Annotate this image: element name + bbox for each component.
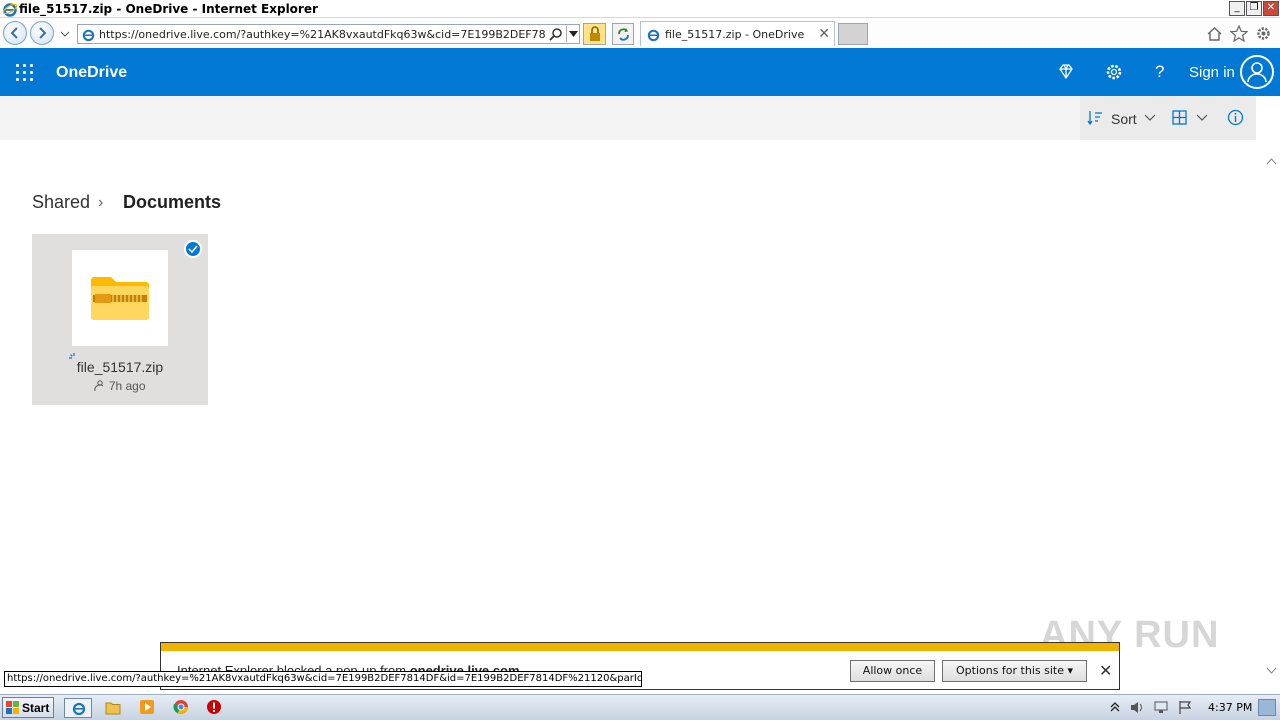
tab-onedrive[interactable]: file_51517.zip - OneDrive ✕ xyxy=(640,21,835,46)
address-dropdown-button[interactable] xyxy=(566,26,579,42)
new-tab-button[interactable] xyxy=(838,23,868,45)
file-tile[interactable]: file_51517.zip 7h ago xyxy=(32,234,208,405)
address-bar[interactable]: https://onedrive.live.com/?authkey=%21AK… xyxy=(77,24,580,44)
media-player-icon[interactable] xyxy=(139,699,155,715)
onedrive-header: OneDrive ? Sign in xyxy=(0,48,1280,96)
taskbar-clock[interactable]: 4:37 PM xyxy=(1208,701,1252,714)
address-url[interactable]: https://onedrive.live.com/?authkey=%21AK… xyxy=(99,28,545,41)
person-icon xyxy=(1247,62,1267,83)
lock-icon xyxy=(590,26,600,41)
breadcrumb-separator: › xyxy=(98,194,104,211)
show-desktop-button[interactable] xyxy=(1258,699,1276,716)
vertical-scrollbar[interactable] xyxy=(1263,141,1280,686)
tools-gear-icon[interactable] xyxy=(1255,25,1272,42)
internet-explorer-icon xyxy=(72,702,86,716)
security-lock-button[interactable] xyxy=(583,23,606,45)
chevron-down-icon[interactable] xyxy=(1144,114,1156,122)
back-button[interactable] xyxy=(3,21,27,45)
minimize-button[interactable]: _ xyxy=(1229,1,1245,16)
ie-page-icon xyxy=(82,29,95,42)
history-dropdown-icon[interactable] xyxy=(60,30,70,38)
ie-tab-icon xyxy=(647,29,660,42)
windows-taskbar: Start 4:37 PM xyxy=(0,694,1280,720)
refresh-button[interactable] xyxy=(612,23,634,45)
file-modified-time: 7h ago xyxy=(108,379,146,393)
internet-explorer-icon xyxy=(2,3,18,17)
close-window-button[interactable]: ✕ xyxy=(1263,1,1279,16)
settings-gear-icon[interactable] xyxy=(1104,62,1124,82)
scroll-down-icon[interactable] xyxy=(1266,667,1277,675)
file-name[interactable]: file_51517.zip xyxy=(32,359,208,375)
sort-button[interactable]: Sort xyxy=(1111,111,1137,127)
status-url-tooltip: https://onedrive.live.com/?authkey=%21AK… xyxy=(4,671,642,687)
windows-logo-icon xyxy=(6,701,19,714)
favorites-star-icon[interactable] xyxy=(1230,25,1248,42)
chrome-icon[interactable] xyxy=(173,699,189,715)
premium-diamond-icon[interactable] xyxy=(1056,62,1076,82)
notification-close-button[interactable]: ✕ xyxy=(1099,661,1112,681)
onedrive-brand[interactable]: OneDrive xyxy=(56,64,127,82)
avatar[interactable] xyxy=(1240,55,1274,89)
tab-title: file_51517.zip - OneDrive xyxy=(665,28,805,41)
breadcrumb-shared[interactable]: Shared xyxy=(32,192,90,213)
zip-folder-icon xyxy=(91,277,149,320)
notification-accent xyxy=(161,643,1119,651)
view-options-chevron-icon[interactable] xyxy=(1196,114,1208,122)
refresh-icon xyxy=(618,28,629,41)
sort-icon[interactable] xyxy=(1087,110,1103,126)
shared-people-icon xyxy=(94,380,104,392)
file-thumbnail[interactable] xyxy=(72,250,168,346)
breadcrumb-current: Documents xyxy=(123,192,222,212)
restore-button[interactable]: ❐ xyxy=(1246,1,1262,16)
scroll-up-icon[interactable] xyxy=(1266,157,1277,165)
view-grid-icon[interactable] xyxy=(1172,110,1187,125)
start-button[interactable]: Start xyxy=(2,697,54,718)
info-icon[interactable] xyxy=(1227,109,1244,126)
options-for-site-button[interactable]: Options for this site ▾ xyxy=(942,660,1087,682)
chevron-down-icon xyxy=(569,31,578,37)
help-icon[interactable]: ? xyxy=(1155,62,1164,82)
command-bar xyxy=(0,96,1256,140)
forward-button[interactable] xyxy=(30,21,54,45)
arrow-left-icon xyxy=(10,27,18,39)
allow-once-button[interactable]: Allow once xyxy=(850,660,935,682)
sign-in-link[interactable]: Sign in xyxy=(1189,64,1235,81)
window-title: file_51517.zip - OneDrive - Internet Exp… xyxy=(19,2,318,16)
show-hidden-icons-icon[interactable] xyxy=(1110,701,1120,713)
action-center-flag-icon[interactable] xyxy=(1178,700,1193,715)
arrow-right-icon xyxy=(39,27,47,39)
network-icon[interactable] xyxy=(1153,700,1169,715)
start-label: Start xyxy=(22,701,50,715)
taskbar-ie-button[interactable] xyxy=(64,698,92,718)
file-explorer-icon[interactable] xyxy=(105,700,121,715)
volume-icon[interactable] xyxy=(1129,700,1145,715)
home-icon[interactable] xyxy=(1206,26,1223,42)
selected-checkmark-icon[interactable] xyxy=(184,240,202,258)
security-alert-icon[interactable] xyxy=(206,699,222,715)
file-modified: 7h ago xyxy=(32,379,208,393)
app-launcher-waffle-icon[interactable] xyxy=(14,62,34,82)
window-titlebar: file_51517.zip - OneDrive - Internet Exp… xyxy=(0,0,1280,18)
search-icon[interactable] xyxy=(549,27,563,41)
tab-close-button[interactable]: ✕ xyxy=(818,25,830,42)
